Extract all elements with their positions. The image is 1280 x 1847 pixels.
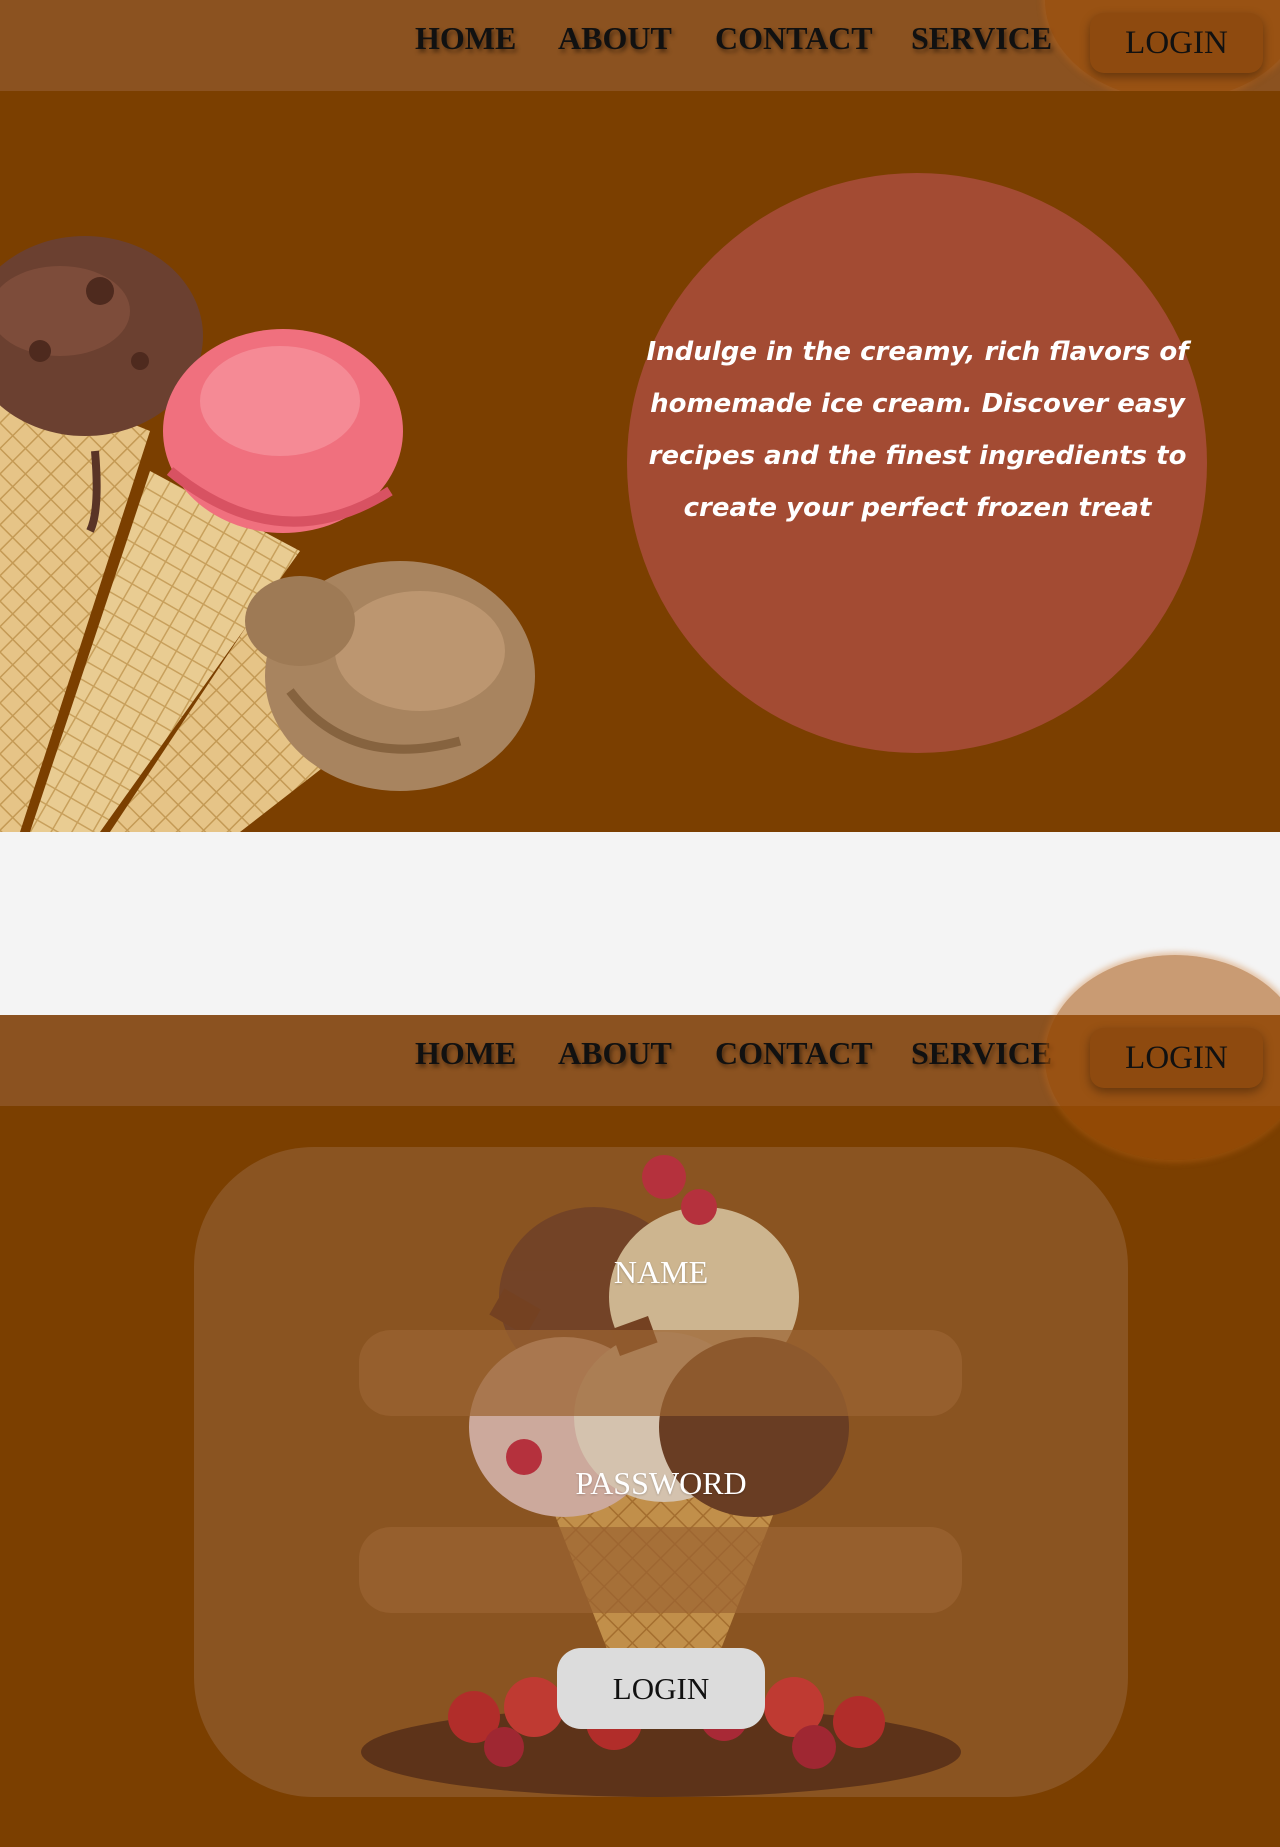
name-label: NAME — [613, 1254, 709, 1290]
nav-login-button[interactable]: LOGIN — [1090, 13, 1263, 73]
hero-section: Indulge in the creamy, rich flavors of h… — [0, 91, 1280, 832]
hero-tagline: Indulge in the creamy, rich flavors of h… — [646, 337, 1189, 523]
login-submit-button[interactable]: LOGIN — [557, 1648, 765, 1729]
nav-service-link[interactable]: SERVICE — [911, 20, 1052, 57]
nav-about-link[interactable]: ABOUT — [558, 20, 672, 57]
nav-contact-link[interactable]: CONTACT — [715, 1035, 873, 1072]
login-form-panel: NAME PASSWORD LOGIN — [194, 1147, 1128, 1797]
password-input[interactable] — [359, 1527, 962, 1613]
password-label: PASSWORD — [575, 1465, 747, 1501]
nav-login-button[interactable]: LOGIN — [1090, 1028, 1263, 1088]
nav-home-link[interactable]: HOME — [415, 20, 516, 57]
login-page-navbar: HOME ABOUT CONTACT SERVICE LOGIN — [0, 955, 1280, 1160]
top-navbar: HOME ABOUT CONTACT SERVICE LOGIN — [0, 0, 1280, 100]
nav-about-link[interactable]: ABOUT — [558, 1035, 672, 1072]
nav-contact-link[interactable]: CONTACT — [715, 20, 873, 57]
nav-service-link[interactable]: SERVICE — [911, 1035, 1052, 1072]
ice-cream-cones-illustration — [0, 236, 535, 832]
nav-home-link[interactable]: HOME — [415, 1035, 516, 1072]
name-input[interactable] — [359, 1330, 962, 1416]
